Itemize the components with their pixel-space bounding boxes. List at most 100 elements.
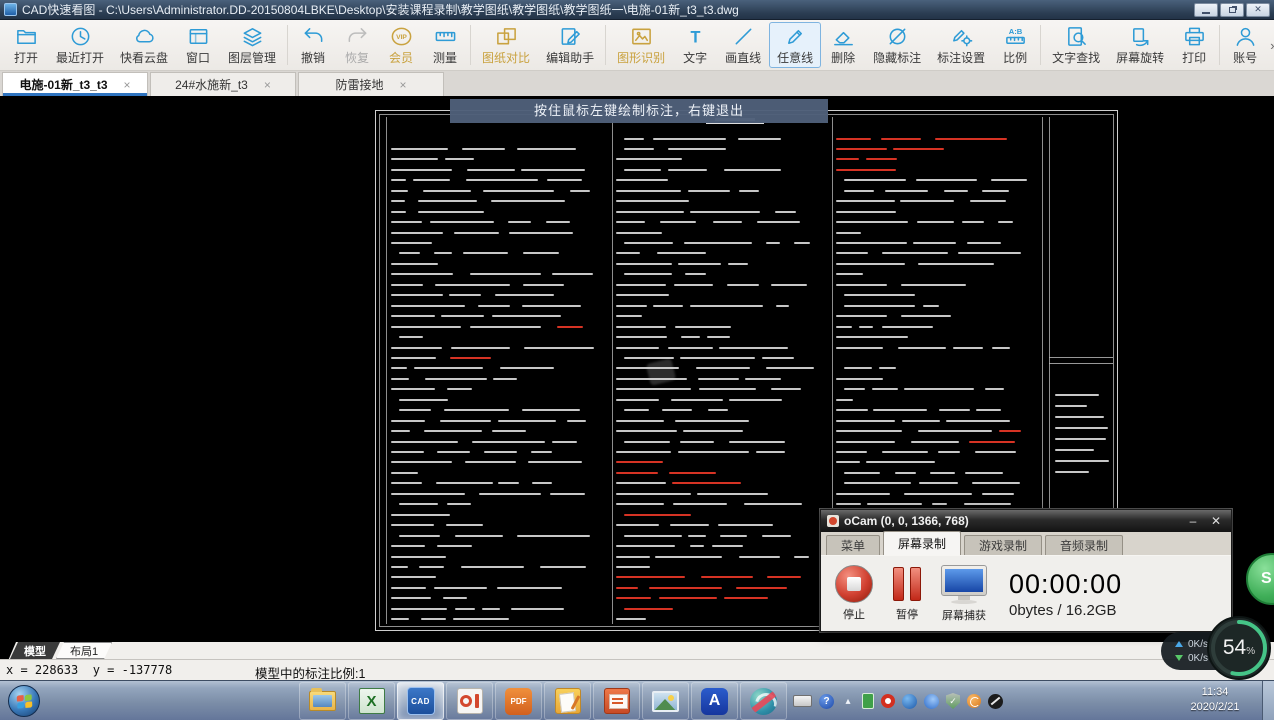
toolbar-button-layer-manager[interactable]: 图层管理 [220,22,284,68]
taskbar-app-wps-note[interactable] [544,682,591,720]
toolbar-button-vip[interactable]: VIP 会员 [379,22,423,68]
text-mark [443,597,467,600]
ocam-tab-4[interactable]: 音频录制 [1045,535,1124,555]
text-mark [616,158,682,161]
text-mark [567,419,586,422]
toolbar-button-annotation-settings[interactable]: 标注设置 [929,22,993,68]
text-mark [616,618,647,621]
toolbar-button-account[interactable]: 账号 [1223,22,1267,68]
toolbar-button-window[interactable]: 窗口 [176,22,220,68]
tray-safety-icon[interactable]: ✓ [946,693,960,709]
toolbar-button-find-text[interactable]: 文字查找 [1044,22,1108,68]
sheet-text-row [391,294,610,297]
toolbar-button-delete[interactable]: 删除 [821,22,865,68]
toolbar-button-screen-rotate[interactable]: 屏幕旋转 [1108,22,1172,68]
taskbar-app-swirl-app[interactable] [740,682,787,720]
model-tab[interactable]: 模型 [10,642,60,659]
text-mark [728,398,782,401]
ocam-tab-2[interactable]: 屏幕录制 [883,531,962,555]
tray-antenna-icon[interactable] [988,693,1003,709]
text-mark [624,242,673,244]
toolbar-overflow-chevron[interactable]: » [1267,38,1274,53]
taskbar-app-presentation[interactable] [593,682,640,720]
tray-browser-icon[interactable] [924,693,939,709]
text-mark [437,451,470,453]
ocam-close-button[interactable]: ✕ [1207,514,1225,528]
text-mark [866,461,935,464]
tray-update-icon[interactable] [967,694,981,708]
text-mark [454,607,475,610]
toolbar-button-recent-open[interactable]: 最近打开 [48,22,112,68]
tray-usb-icon[interactable] [862,693,874,709]
text-mark [498,482,519,485]
text-mark [761,534,791,537]
taskbar-app-image-viewer[interactable] [642,682,689,720]
ocam-pause-button[interactable]: 暂停 [893,565,921,622]
tab-close-icon[interactable]: × [124,78,131,92]
document-tab-label: 24#水施新_t3 [175,78,248,92]
text-mark [391,513,451,516]
text-mark [540,565,586,568]
sheet-text-row [616,189,830,192]
text-mark [738,555,780,558]
ocam-stop-button[interactable]: 停止 [835,565,873,622]
text-mark [616,367,680,370]
ocam-capture-button[interactable]: 屏幕捕获 [941,564,987,623]
taskbar-app-a-app[interactable]: A [691,682,738,720]
text-mark [885,189,928,192]
toolbar-button-cloud-drive[interactable]: 快看云盘 [112,22,176,68]
ocam-tab-1[interactable]: 菜单 [826,535,881,555]
ocam-tab-3[interactable]: 游戏录制 [964,535,1043,555]
toolbar-button-drawing-compare[interactable]: 图纸对比 [474,22,538,68]
toolbar-button-undo[interactable]: 撤销 [291,22,335,68]
sheet-text-row [391,346,610,349]
toolbar-button-scale[interactable]: A:B 比例 [993,22,1037,68]
restore-button[interactable] [1220,2,1244,17]
toolbar-button-draw-line[interactable]: 画直线 [717,22,769,68]
toolbar-button-hide-annotations[interactable]: 隐藏标注 [865,22,929,68]
show-desktop-button[interactable] [1262,681,1274,720]
taskbar-app-cad-viewer[interactable]: CAD [397,682,444,720]
text-mark [756,221,801,224]
toolbar-button-measure[interactable]: 测量 [423,22,467,68]
tray-keyboard-icon[interactable] [793,695,812,707]
taskbar-app-explorer[interactable] [299,682,346,720]
sheet-column-divider [386,117,387,624]
ocam-titlebar[interactable]: oCam (0, 0, 1366, 768) – ✕ [821,510,1231,532]
text-mark [892,147,945,150]
taskbar-app-excel[interactable]: X [348,682,395,720]
toolbar-button-shape-recognition[interactable]: 图形识别 [609,22,673,68]
toolbar-button-text[interactable]: T 文字 [673,22,717,68]
tray-record-icon[interactable] [881,694,895,708]
taskbar-clock[interactable]: 11:34 2020/2/21 [1178,685,1252,715]
document-tab-3[interactable]: 防雷接地 × [298,72,444,96]
toolbar-button-freehand-line[interactable]: 任意线 [769,22,822,68]
sheet-text-row [624,409,838,412]
close-button[interactable]: ✕ [1246,2,1270,17]
memory-percent-unit: % [1246,646,1256,657]
tab-close-icon[interactable]: × [400,78,407,92]
sheet-text-row [399,336,618,339]
sheet-text-row [624,137,838,140]
sheet-text-row [836,440,1040,443]
text-mark [1055,393,1100,396]
text-mark [450,356,492,359]
tab-close-icon[interactable]: × [264,78,271,92]
document-tab-1[interactable]: 电施-01新_t3_t3 × [2,72,148,96]
tray-help-icon[interactable]: ? [819,693,834,709]
minimize-button[interactable] [1194,2,1218,17]
document-tab-2[interactable]: 24#水施新_t3 × [150,72,296,96]
layout1-tab[interactable]: 布局1 [56,642,112,659]
taskbar-app-pdf-reader[interactable]: PDF [495,682,542,720]
memory-usage-widget[interactable]: 54% [1206,615,1272,681]
tray-expand-icon[interactable]: ▴ [841,694,855,708]
toolbar-button-open[interactable]: 打开 [4,22,48,68]
ocam-minimize-button[interactable]: – [1184,514,1202,528]
toolbar-button-print[interactable]: 打印 [1172,22,1216,68]
start-button[interactable] [8,685,40,717]
tray-im-icon[interactable] [902,693,917,709]
text-mark [391,555,447,558]
toolbar-button-edit-assistant[interactable]: 编辑助手 [538,22,602,68]
taskbar-app-ocam-app[interactable] [446,682,493,720]
text-mark [522,304,581,307]
